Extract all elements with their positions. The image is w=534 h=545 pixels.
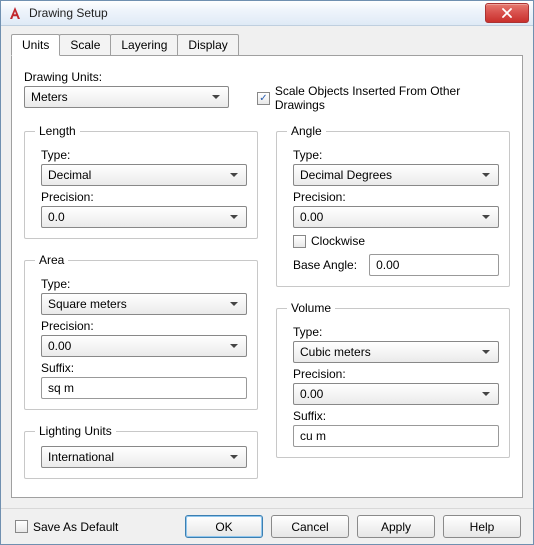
angle-precision-value: 0.00 bbox=[300, 210, 323, 224]
lighting-select[interactable]: International bbox=[41, 446, 247, 468]
area-precision-label: Precision: bbox=[41, 319, 247, 333]
drawing-units-value: Meters bbox=[31, 90, 68, 104]
volume-suffix-label: Suffix: bbox=[293, 409, 499, 423]
angle-precision-select[interactable]: 0.00 bbox=[293, 206, 499, 228]
group-angle: Angle Type: Decimal Degrees Precision: 0… bbox=[276, 124, 510, 287]
angle-clockwise-label: Clockwise bbox=[311, 234, 365, 248]
window-title: Drawing Setup bbox=[29, 6, 485, 20]
group-lighting: Lighting Units International bbox=[24, 424, 258, 479]
base-angle-value: 0.00 bbox=[376, 258, 399, 272]
scale-inserted-checkbox[interactable]: ✓ Scale Objects Inserted From Other Draw… bbox=[257, 84, 510, 112]
area-precision-select[interactable]: 0.00 bbox=[41, 335, 247, 357]
tabstrip: Units Scale Layering Display bbox=[11, 34, 523, 56]
dialog-drawing-setup: Drawing Setup Units Scale Layering Displ… bbox=[0, 0, 534, 545]
cancel-button[interactable]: Cancel bbox=[271, 515, 349, 538]
base-angle-input[interactable]: 0.00 bbox=[369, 254, 499, 276]
lighting-legend: Lighting Units bbox=[35, 424, 116, 438]
apply-button[interactable]: Apply bbox=[357, 515, 435, 538]
area-suffix-input[interactable]: sq m bbox=[41, 377, 247, 399]
lighting-value: International bbox=[48, 450, 114, 464]
angle-type-value: Decimal Degrees bbox=[300, 168, 392, 182]
length-type-select[interactable]: Decimal bbox=[41, 164, 247, 186]
area-precision-value: 0.00 bbox=[48, 339, 71, 353]
drawing-units-label: Drawing Units: bbox=[24, 70, 229, 84]
titlebar: Drawing Setup bbox=[1, 1, 533, 26]
base-angle-label: Base Angle: bbox=[293, 258, 357, 272]
tab-display[interactable]: Display bbox=[177, 34, 238, 56]
length-type-label: Type: bbox=[41, 148, 247, 162]
scale-inserted-label: Scale Objects Inserted From Other Drawin… bbox=[275, 84, 510, 112]
length-precision-select[interactable]: 0.0 bbox=[41, 206, 247, 228]
checkbox-icon: ✓ bbox=[257, 92, 270, 105]
length-precision-value: 0.0 bbox=[48, 210, 65, 224]
tab-layering[interactable]: Layering bbox=[110, 34, 178, 56]
save-default-checkbox[interactable]: Save As Default bbox=[15, 520, 118, 534]
area-legend: Area bbox=[35, 253, 68, 267]
volume-type-value: Cubic meters bbox=[300, 345, 371, 359]
group-area: Area Type: Square meters Precision: 0.00… bbox=[24, 253, 258, 410]
checkbox-icon bbox=[293, 235, 306, 248]
dialog-footer: Save As Default OK Cancel Apply Help bbox=[1, 508, 533, 544]
volume-type-label: Type: bbox=[293, 325, 499, 339]
length-precision-label: Precision: bbox=[41, 190, 247, 204]
tabpanel-units: Drawing Units: Meters ✓ Scale Objects In… bbox=[11, 55, 523, 498]
volume-precision-label: Precision: bbox=[293, 367, 499, 381]
volume-type-select[interactable]: Cubic meters bbox=[293, 341, 499, 363]
angle-legend: Angle bbox=[287, 124, 326, 138]
checkbox-icon bbox=[15, 520, 28, 533]
length-legend: Length bbox=[35, 124, 80, 138]
group-length: Length Type: Decimal Precision: 0.0 bbox=[24, 124, 258, 239]
right-column: Angle Type: Decimal Degrees Precision: 0… bbox=[276, 118, 510, 487]
volume-precision-select[interactable]: 0.00 bbox=[293, 383, 499, 405]
tab-units[interactable]: Units bbox=[11, 34, 60, 56]
save-default-label: Save As Default bbox=[33, 520, 118, 534]
angle-type-select[interactable]: Decimal Degrees bbox=[293, 164, 499, 186]
ok-button[interactable]: OK bbox=[185, 515, 263, 538]
volume-legend: Volume bbox=[287, 301, 335, 315]
area-type-select[interactable]: Square meters bbox=[41, 293, 247, 315]
dialog-body: Units Scale Layering Display Drawing Uni… bbox=[1, 26, 533, 508]
angle-clockwise-checkbox[interactable]: Clockwise bbox=[293, 234, 499, 248]
volume-suffix-value: cu m bbox=[300, 429, 326, 443]
area-suffix-value: sq m bbox=[48, 381, 74, 395]
length-type-value: Decimal bbox=[48, 168, 91, 182]
group-volume: Volume Type: Cubic meters Precision: 0.0… bbox=[276, 301, 510, 458]
help-button[interactable]: Help bbox=[443, 515, 521, 538]
tab-scale[interactable]: Scale bbox=[59, 34, 111, 56]
area-type-label: Type: bbox=[41, 277, 247, 291]
angle-type-label: Type: bbox=[293, 148, 499, 162]
app-icon bbox=[7, 5, 23, 21]
volume-precision-value: 0.00 bbox=[300, 387, 323, 401]
drawing-units-select[interactable]: Meters bbox=[24, 86, 229, 108]
angle-precision-label: Precision: bbox=[293, 190, 499, 204]
close-button[interactable] bbox=[485, 3, 529, 23]
area-suffix-label: Suffix: bbox=[41, 361, 247, 375]
left-column: Length Type: Decimal Precision: 0.0 bbox=[24, 118, 258, 487]
volume-suffix-input[interactable]: cu m bbox=[293, 425, 499, 447]
area-type-value: Square meters bbox=[48, 297, 127, 311]
